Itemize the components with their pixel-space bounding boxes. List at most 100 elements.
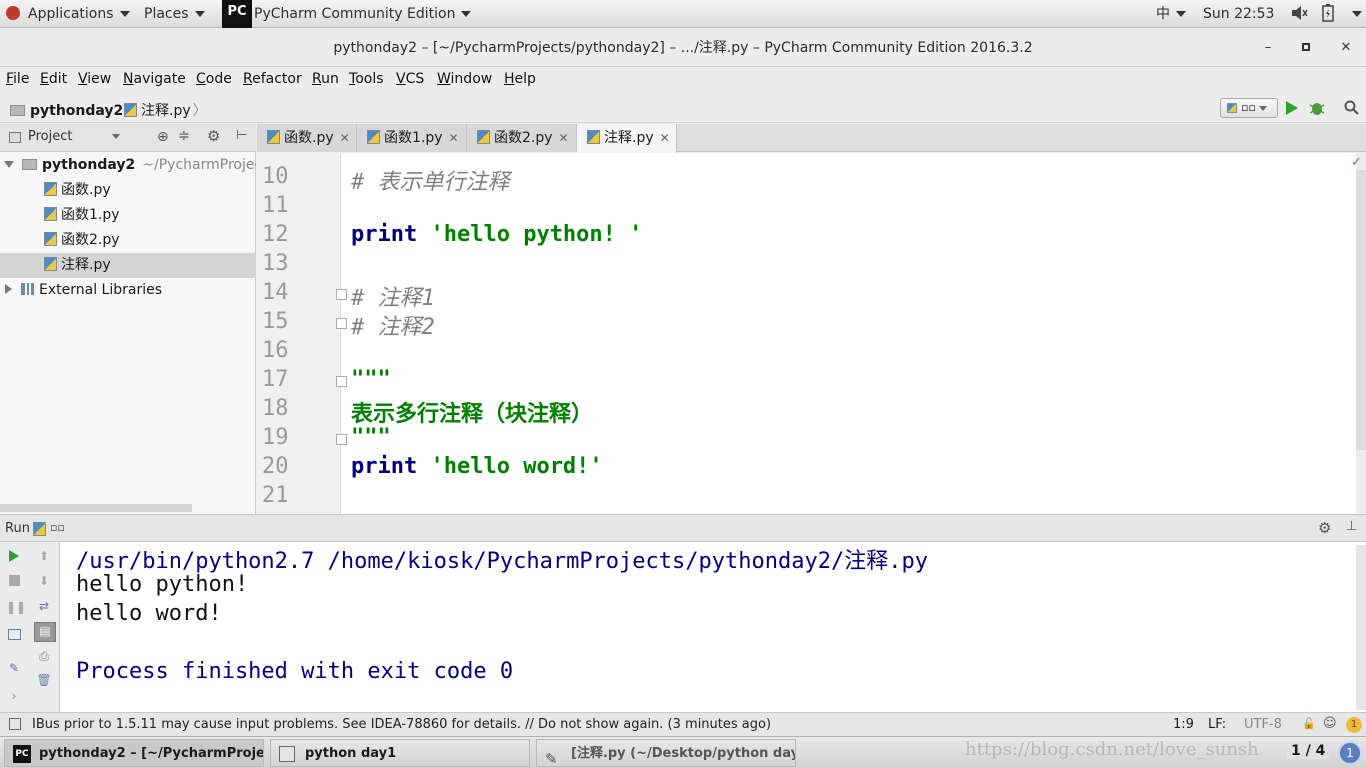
debug-button[interactable]	[1308, 99, 1326, 121]
run-config-dropdown[interactable]: ▫▫	[1220, 98, 1278, 118]
code-line-17: """	[351, 367, 391, 392]
inspection-ok-icon[interactable]: ✓	[1351, 155, 1362, 170]
console-vertical-scrollbar[interactable]	[1356, 545, 1366, 710]
tree-file-label: 函数.py	[61, 182, 111, 198]
tab-hanshu2[interactable]: 函数2.py ✕	[467, 124, 577, 152]
menu-help[interactable]: Help	[504, 71, 536, 87]
gear-icon[interactable]: ⚙	[207, 127, 220, 145]
folder-icon	[10, 105, 25, 116]
chevron-down-icon	[1258, 105, 1267, 111]
scroll-to-end-button[interactable]: ▤	[34, 622, 56, 642]
close-icon[interactable]: ✕	[660, 131, 670, 145]
clear-all-button[interactable]: 🗑	[36, 672, 52, 688]
pycharm-logo-icon: PC	[222, 0, 252, 28]
minimize-button[interactable]: –	[1259, 39, 1277, 57]
tree-file-zhushi[interactable]: 注释.py	[0, 253, 256, 278]
taskbar-item-folder[interactable]: python day1	[270, 739, 530, 767]
volume-icon[interactable]	[1290, 0, 1308, 28]
external-libraries-label: External Libraries	[39, 282, 162, 298]
scroll-down-button[interactable]: ⬇	[36, 573, 52, 589]
line-separator[interactable]: LF:	[1208, 717, 1226, 732]
print-button[interactable]: ⎙	[36, 648, 52, 664]
fold-marker-icon[interactable]	[336, 289, 347, 300]
tab-label: 函数2.py	[494, 130, 553, 146]
code-keyword: print	[351, 222, 418, 247]
locate-target-icon[interactable]: ⊕	[157, 129, 169, 145]
menu-navigate[interactable]: Navigate	[123, 71, 186, 87]
applications-label: Applications	[28, 6, 114, 22]
project-panel-header: Project ⊕ ≑ ⚙ ⊢	[0, 124, 256, 152]
close-icon[interactable]: ✕	[559, 131, 569, 145]
active-app-menu[interactable]: PC PyCharm Community Edition	[222, 0, 472, 28]
inspector-icon[interactable]: ☺	[1323, 716, 1337, 731]
tree-file-label: 函数2.py	[61, 232, 120, 248]
battery-icon[interactable]	[1322, 0, 1334, 28]
run-button[interactable]	[1285, 100, 1299, 120]
toggle-tool-windows-icon[interactable]	[9, 718, 21, 730]
tab-hanshu1[interactable]: 函数1.py ✕	[357, 124, 467, 152]
maximize-icon	[1302, 43, 1310, 51]
maximize-button[interactable]	[1297, 39, 1315, 57]
gear-icon[interactable]: ⚙	[1318, 519, 1331, 537]
expand-arrow-icon[interactable]	[4, 161, 14, 168]
caret-position[interactable]: 1:9	[1173, 717, 1194, 732]
pin-tab-button[interactable]: ✎	[6, 660, 22, 676]
collapse-all-icon[interactable]: ≑	[178, 128, 190, 144]
menu-run[interactable]: Run	[312, 71, 339, 87]
status-message[interactable]: IBus prior to 1.5.11 may cause input pro…	[32, 717, 771, 732]
hide-panel-icon[interactable]: ⊢	[236, 128, 247, 143]
notifications-badge[interactable]: 1	[1346, 717, 1362, 733]
tree-root-pythonday2[interactable]: pythonday2 ~/PycharmProjects/	[0, 153, 256, 178]
editor-vertical-scrollbar[interactable]	[1356, 170, 1366, 450]
stop-button[interactable]	[6, 574, 22, 590]
clock[interactable]: Sun 22:53	[1203, 0, 1274, 28]
menu-tools[interactable]: Tools	[349, 71, 384, 87]
tree-file-hanshu[interactable]: 函数.py	[0, 178, 256, 203]
places-menu[interactable]: Places	[144, 0, 205, 28]
scroll-up-button[interactable]: ⬆	[36, 548, 52, 564]
lock-icon[interactable]: 🔓	[1302, 717, 1316, 730]
fold-marker-icon[interactable]	[336, 318, 347, 329]
expand-arrow-icon[interactable]	[5, 284, 12, 294]
menu-edit[interactable]: Edit	[40, 71, 67, 87]
menu-vcs[interactable]: VCS	[396, 71, 424, 87]
menu-window[interactable]: Window	[437, 71, 492, 87]
project-view-label: Project	[28, 129, 73, 144]
tab-zhushi[interactable]: 注释.py ✕	[577, 124, 677, 153]
menu-refactor[interactable]: Refactor	[243, 71, 302, 87]
workspace-indicator[interactable]: 1 / 4	[1287, 743, 1330, 759]
tree-external-libraries[interactable]: External Libraries	[0, 278, 256, 303]
input-method-menu[interactable]: 中	[1156, 0, 1186, 28]
search-everywhere-button[interactable]	[1344, 100, 1360, 120]
pause-button[interactable]: ❚❚	[6, 599, 26, 615]
close-button[interactable]: ✕	[1337, 39, 1355, 57]
file-encoding[interactable]: UTF-8	[1244, 717, 1282, 732]
tab-label: 函数.py	[284, 130, 334, 146]
tree-file-hanshu2[interactable]: 函数2.py	[0, 228, 256, 253]
tree-file-hanshu1[interactable]: 函数1.py	[0, 203, 256, 228]
applications-menu[interactable]: Applications	[6, 0, 130, 28]
taskbar-item-editor[interactable]: ✎ [注释.py (~/Desktop/python day1...	[536, 739, 796, 767]
python-file-icon	[367, 130, 380, 144]
menu-file[interactable]: File	[6, 71, 29, 87]
menu-view[interactable]: View	[78, 71, 111, 87]
hide-panel-icon[interactable]: ⊥	[1346, 519, 1357, 534]
menu-code[interactable]: Code	[196, 71, 232, 87]
restore-layout-button[interactable]	[6, 628, 22, 644]
more-button[interactable]: ›	[6, 688, 22, 704]
workspace-badge[interactable]: 1	[1338, 741, 1362, 765]
breadcrumb-project[interactable]: pythonday2〉	[10, 100, 141, 120]
system-menu[interactable]	[1346, 0, 1362, 28]
tree-horizontal-scrollbar[interactable]	[0, 504, 192, 512]
close-icon[interactable]: ✕	[449, 131, 459, 145]
taskbar-item-pycharm[interactable]: PC pythonday2 – [~/PycharmProject...	[4, 739, 264, 767]
fold-marker-icon[interactable]	[336, 376, 347, 387]
close-icon[interactable]: ✕	[340, 131, 350, 145]
breadcrumb-file[interactable]: 注释.py 〉	[124, 100, 207, 120]
run-config-tab[interactable]: ▫▫	[50, 521, 65, 534]
rerun-button[interactable]	[6, 549, 22, 565]
fold-marker-icon[interactable]	[336, 434, 347, 445]
project-view-selector[interactable]: Project	[28, 129, 121, 144]
tab-hanshu[interactable]: 函数.py ✕	[257, 124, 357, 152]
soft-wrap-button[interactable]: ⇄	[36, 598, 52, 614]
